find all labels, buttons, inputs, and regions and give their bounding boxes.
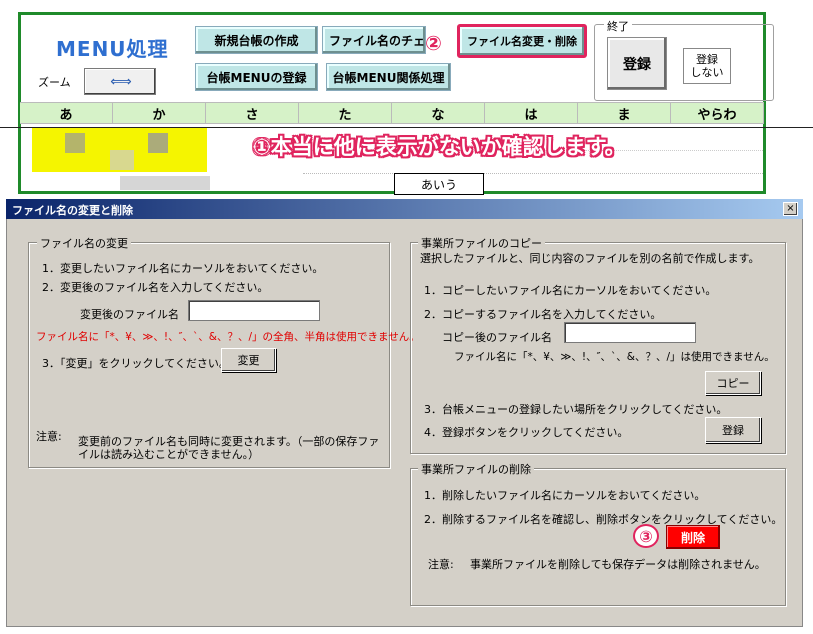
- kana-header[interactable]: か: [113, 102, 206, 124]
- end-group-label: 終了: [604, 18, 632, 34]
- rename-button[interactable]: 変更: [221, 348, 276, 372]
- delete-group-label: 事業所ファイルの削除: [418, 461, 534, 477]
- close-icon: ×: [786, 203, 795, 214]
- rename-warning: ファイル名に「*、¥、≫、!、″、`、&、？、/」の全角、半角は使用できません。: [36, 331, 420, 343]
- copy-intro: 選択したファイルと、同じ内容のファイルを別の名前で作成します。: [420, 252, 760, 265]
- rename-step1: 1．変更したいファイル名にカーソルをおいてください。: [42, 262, 324, 275]
- ledger-cell[interactable]: あいう: [394, 173, 484, 195]
- copy-step3: 3．台帳メニューの登録したい場所をクリックしてください。: [424, 403, 728, 416]
- zoom-button[interactable]: ⇐⇒: [84, 68, 156, 95]
- delete-step1: 1．削除したいファイル名にカーソルをおいてください。: [424, 489, 706, 502]
- register-button[interactable]: 登録: [607, 37, 667, 90]
- delete-note-text: 事業所ファイルを削除しても保存データは削除されません。: [470, 558, 766, 571]
- new-ledger-button[interactable]: 新規台帳の作成: [195, 26, 318, 54]
- close-button[interactable]: ×: [783, 202, 798, 216]
- rename-group-label: ファイル名の変更: [37, 235, 131, 251]
- redacted-block: [110, 150, 134, 170]
- zoom-arrows-icon: ⇐⇒: [110, 73, 132, 90]
- copy-warning: ファイル名に「*、¥、≫、!、″、`、&、？、/」は使用できません。: [454, 351, 775, 363]
- kana-header[interactable]: やらわ: [671, 102, 764, 124]
- copy-filename-input[interactable]: [564, 322, 696, 343]
- grid-line: [303, 173, 763, 174]
- copy-step4: 4．登録ボタンをクリックしてください。: [424, 426, 629, 439]
- copy-group-label: 事業所ファイルのコピー: [418, 235, 545, 251]
- ledger-menu-register-button[interactable]: 台帳MENUの登録: [195, 63, 318, 91]
- redacted-block: [65, 133, 85, 153]
- kana-header[interactable]: あ: [20, 102, 113, 124]
- copy-register-button[interactable]: 登録: [705, 417, 761, 443]
- kana-header[interactable]: は: [485, 102, 578, 124]
- step-number-3: ③: [633, 524, 659, 548]
- rename-step2: 2．変更後のファイル名を入力してください。: [42, 281, 269, 294]
- copy-step2: 2．コピーするファイル名を入力してください。: [424, 308, 662, 321]
- delete-note-label: 注意:: [428, 558, 454, 571]
- redacted-block: [120, 176, 210, 190]
- rename-filename-input[interactable]: [188, 300, 320, 321]
- copy-step1: 1．コピーしたいファイル名にカーソルをおいてください。: [424, 284, 717, 297]
- ledger-menu-related-button[interactable]: 台帳MENU関係処理: [326, 63, 451, 91]
- delete-button[interactable]: 削除: [666, 525, 720, 549]
- annotation-note-1: ①本当に他に表示がないか確認します。: [253, 135, 626, 159]
- no-register-label: 登録 しない: [690, 53, 724, 79]
- rename-note-label: 注意:: [36, 430, 62, 443]
- dialog-title: ファイル名の変更と削除: [12, 204, 133, 217]
- filename-check-button[interactable]: ファイル名のチェ: [322, 26, 426, 54]
- step-number-2: ②: [425, 31, 442, 55]
- delete-step2: 2．削除するファイル名を確認し、削除ボタンをクリックしてください。: [424, 513, 783, 526]
- kana-header[interactable]: ま: [578, 102, 671, 124]
- kana-header[interactable]: さ: [206, 102, 299, 124]
- rename-note-line2: イルは読み込むことができません。）: [78, 448, 260, 461]
- highlight-frame: [457, 24, 587, 58]
- copy-button[interactable]: コピー: [705, 371, 761, 395]
- kana-header-row: あ か さ た な は ま やらわ: [20, 102, 764, 124]
- menu-title: MENU処理: [56, 37, 169, 61]
- kana-header[interactable]: た: [299, 102, 392, 124]
- redacted-block: [148, 133, 168, 153]
- copy-field-label: コピー後のファイル名: [442, 331, 552, 344]
- kana-header[interactable]: な: [392, 102, 485, 124]
- zoom-label: ズーム: [38, 76, 71, 89]
- rename-field-label: 変更後のファイル名: [80, 308, 179, 321]
- rename-step3: 3．「変更」をクリックしてください。: [42, 357, 230, 370]
- no-register-button[interactable]: 登録 しない: [683, 48, 731, 84]
